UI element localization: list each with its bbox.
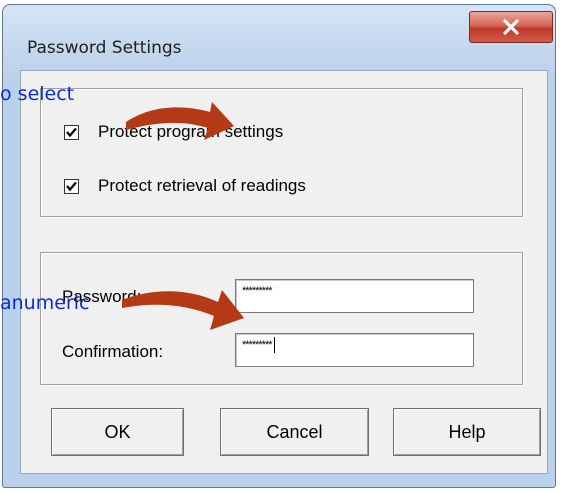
confirmation-field[interactable]: *********	[235, 333, 474, 367]
ok-button[interactable]: OK	[51, 408, 184, 456]
close-icon	[503, 19, 519, 35]
confirmation-value: *********	[242, 339, 273, 351]
help-button[interactable]: Help	[393, 408, 541, 456]
protection-options-group	[40, 88, 523, 217]
protect-readings-label: Protect retrieval of readings	[98, 176, 306, 195]
checkmark-icon	[66, 181, 77, 191]
checkmark-icon	[66, 127, 77, 137]
screenshot-canvas: Password Settings Protect program settin…	[0, 0, 564, 493]
text-caret	[273, 337, 275, 354]
confirmation-label: Confirmation:	[62, 342, 164, 361]
arrow-annotation-top	[126, 102, 234, 140]
arrow-annotation-middle	[122, 290, 244, 330]
annotation-text-top: o select	[0, 83, 75, 105]
protect-readings-option[interactable]: Protect retrieval of readings	[64, 176, 306, 196]
password-field[interactable]: *********	[235, 279, 474, 313]
dialog-title: Password Settings	[27, 38, 182, 58]
close-button[interactable]	[469, 11, 553, 43]
annotation-text-middle: anumeric	[0, 292, 90, 314]
protect-readings-checkbox[interactable]	[64, 178, 79, 194]
protect-settings-checkbox[interactable]	[64, 124, 79, 140]
cancel-button[interactable]: Cancel	[220, 408, 369, 456]
